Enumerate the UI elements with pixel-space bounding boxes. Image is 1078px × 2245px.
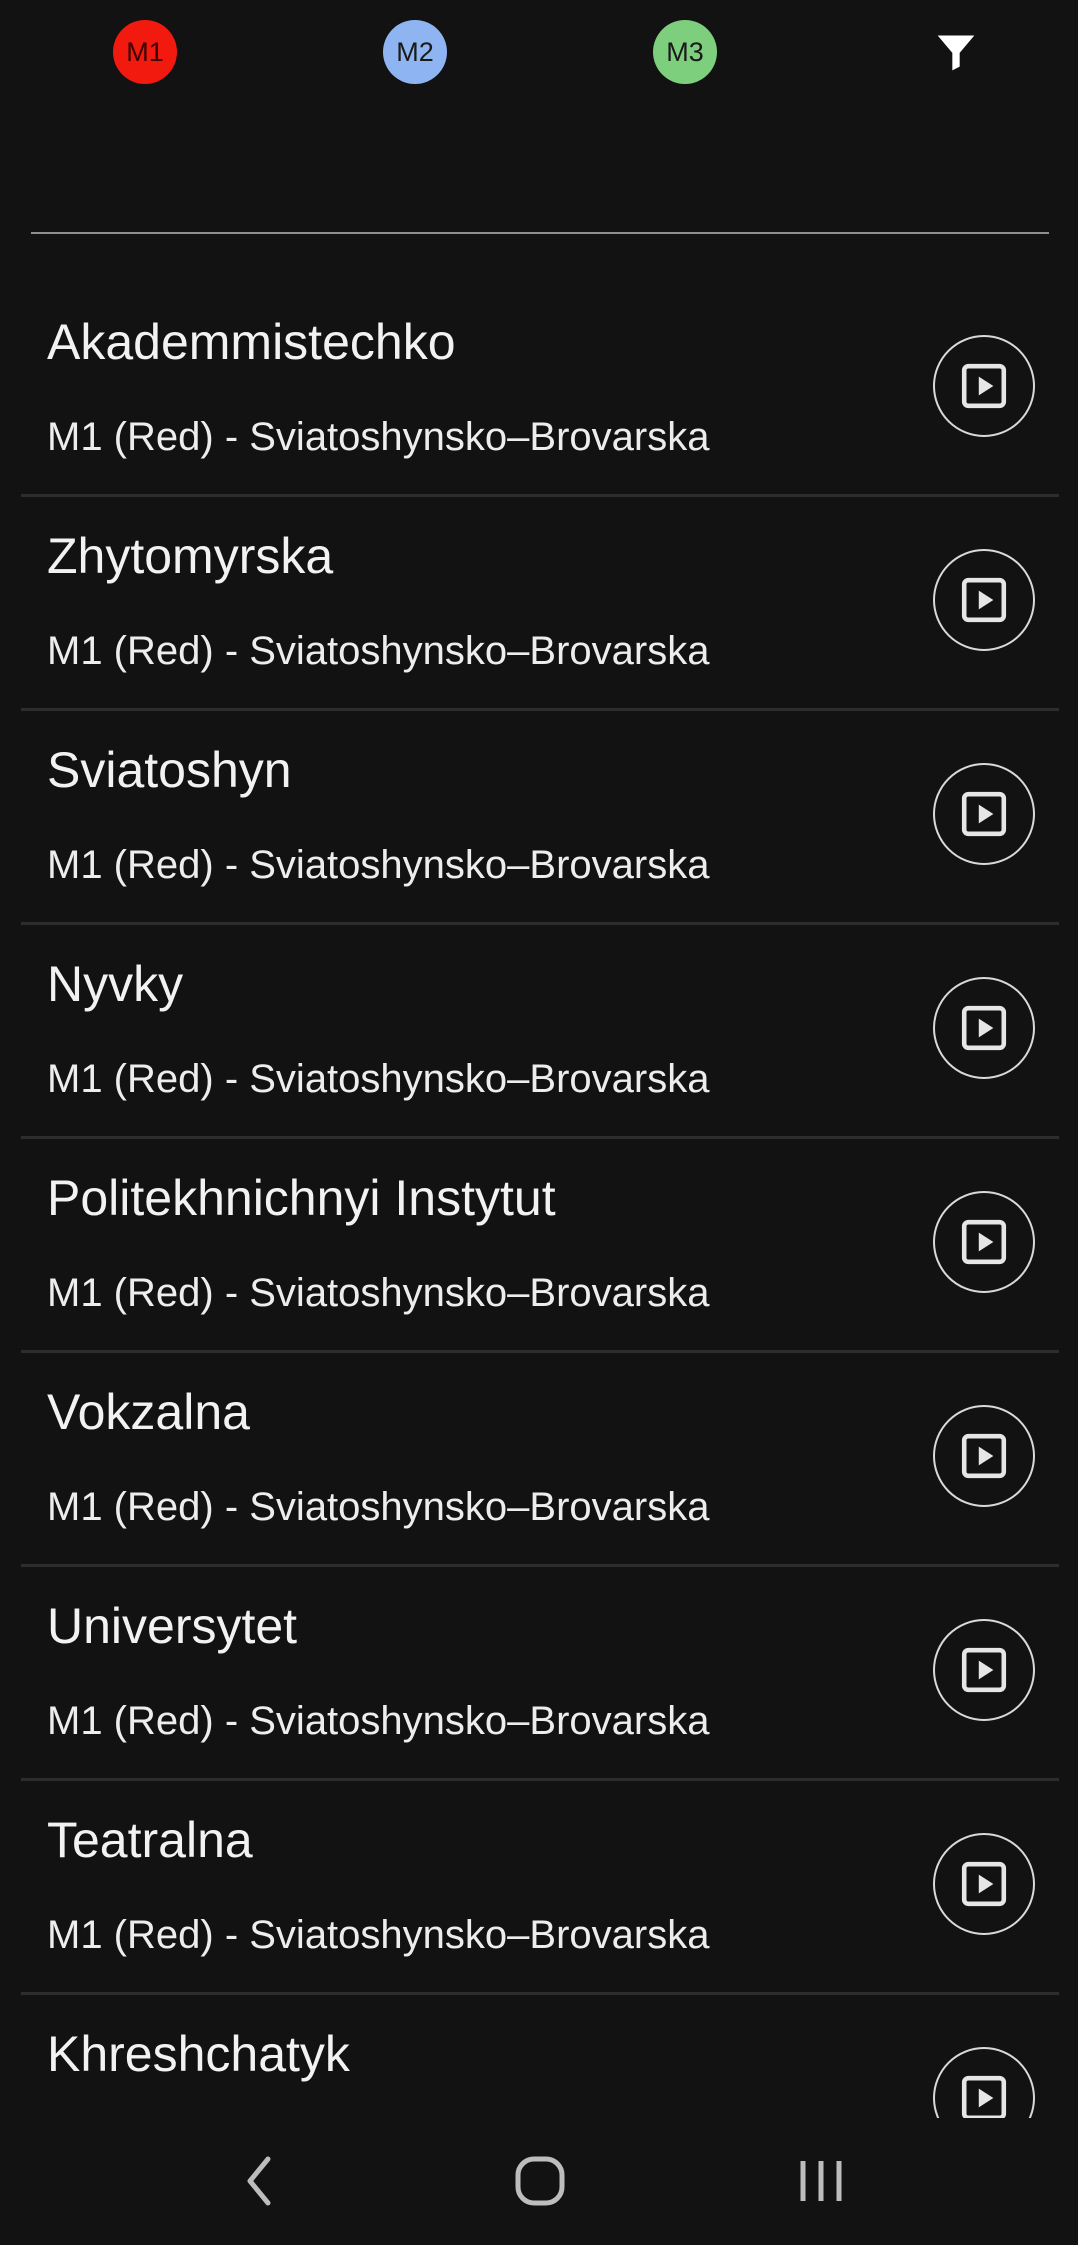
play-station-button[interactable] [933,549,1035,651]
play-square-icon [961,1647,1007,1693]
station-line-label: M1 (Red) - Sviatoshynsko–Brovarska [47,1485,710,1529]
play-square-icon [961,363,1007,409]
station-row[interactable]: Nyvky M1 (Red) - Sviatoshynsko–Brovarska [21,925,1059,1139]
station-list: Akademmistechko M1 (Red) - Sviatoshynsko–… [21,283,1059,2118]
play-station-button[interactable] [933,977,1035,1079]
play-station-button[interactable] [933,1619,1035,1721]
station-name: Teatralna [47,1812,253,1868]
play-square-icon [961,1219,1007,1265]
system-navigation-bar [0,2118,1078,2245]
station-name: Vokzalna [47,1384,250,1440]
line-m2-button[interactable]: M2 [383,20,447,84]
search-input[interactable] [31,110,1049,234]
station-line-label: M1 (Red) - Sviatoshynsko–Brovarska [47,415,710,459]
station-row[interactable]: Universytet M1 (Red) - Sviatoshynsko–Brov… [21,1567,1059,1781]
play-station-button[interactable] [933,1833,1035,1935]
line-m1-button[interactable]: M1 [113,20,177,84]
play-square-icon [961,1005,1007,1051]
play-station-button[interactable] [933,1191,1035,1293]
play-square-icon [961,577,1007,623]
play-square-icon [961,1433,1007,1479]
line-m3-label: M3 [666,36,704,67]
station-name: Universytet [47,1598,298,1654]
station-row[interactable]: Politekhnichnyi Instytut M1 (Red) - Sviat… [21,1139,1059,1353]
nav-home-button[interactable] [500,2146,580,2216]
play-station-button[interactable] [933,2047,1035,2118]
station-line-label: M1 (Red) - Sviatoshynsko–Brovarska [47,1057,710,1101]
station-name: Zhytomyrska [47,528,334,584]
filter-icon [937,35,975,71]
play-station-button[interactable] [933,1405,1035,1507]
station-row[interactable]: KhreshchatykM1 (Red) - Sviatoshynsko–Bro… [21,1995,1059,2118]
nav-back-button[interactable] [219,2146,299,2216]
station-line-label: M1 (Red) - Sviatoshynsko–Brovarska [47,629,710,673]
station-row[interactable]: Teatralna M1 (Red) - Sviatoshynsko–Brovar… [21,1781,1059,1995]
station-name: Khreshchatyk [47,2026,350,2082]
line-m1-label: M1 [126,36,164,67]
station-name: Sviatoshyn [47,742,292,798]
station-row[interactable]: Zhytomyrska M1 (Red) - Sviatoshynsko–Brov… [21,497,1059,711]
station-name: Akademmistechko [47,314,456,370]
recents-icon [800,2161,842,2201]
line-m2-label: M2 [396,36,434,67]
line-filter-bar: M1 M2 M3 [0,0,1078,100]
play-square-icon [961,1861,1007,1907]
station-row[interactable]: Akademmistechko M1 (Red) - Sviatoshynsko–… [21,283,1059,497]
station-name: Politekhnichnyi Instytut [47,1170,556,1226]
station-row[interactable]: Sviatoshyn M1 (Red) - Sviatoshynsko–Brova… [21,711,1059,925]
play-station-button[interactable] [933,763,1035,865]
line-m3-button[interactable]: M3 [653,20,717,84]
station-line-label: M1 (Red) - Sviatoshynsko–Brovarska [47,1913,710,1957]
filter-button[interactable] [926,22,986,82]
station-row[interactable]: Vokzalna M1 (Red) - Sviatoshynsko–Brovars… [21,1353,1059,1567]
station-line-label: M1 (Red) - Sviatoshynsko–Brovarska [47,843,710,887]
home-icon [515,2156,565,2206]
back-chevron-icon [247,2156,271,2206]
play-square-icon [961,791,1007,837]
search-area [31,110,1049,238]
station-name: Nyvky [47,956,184,1012]
station-line-label: M1 (Red) - Sviatoshynsko–Brovarska [47,1271,710,1315]
play-square-icon [961,2075,1007,2118]
play-station-button[interactable] [933,335,1035,437]
station-line-label: M1 (Red) - Sviatoshynsko–Brovarska [47,1699,710,1743]
nav-recents-button[interactable] [781,2146,861,2216]
